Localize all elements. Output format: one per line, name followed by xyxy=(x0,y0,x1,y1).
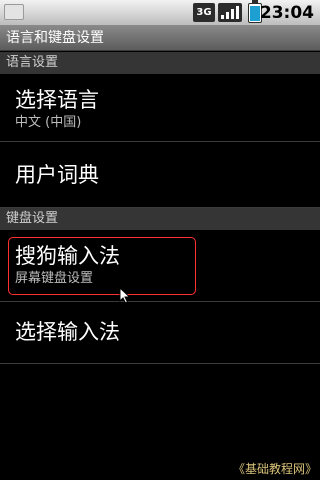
select-input-method-item[interactable]: 选择输入法 xyxy=(0,302,320,364)
user-dictionary-title: 用户词典 xyxy=(15,163,99,187)
select-language-item[interactable]: 选择语言 中文 (中国) xyxy=(0,74,320,142)
select-language-summary: 中文 (中国) xyxy=(15,115,82,130)
signal-strength-icon xyxy=(218,3,242,22)
user-dictionary-item[interactable]: 用户词典 xyxy=(0,142,320,208)
select-input-method-title: 选择输入法 xyxy=(15,320,120,344)
status-time: 23:04 xyxy=(259,3,314,23)
sogou-input-item[interactable]: 搜狗输入法 屏幕键盘设置 xyxy=(0,230,320,302)
section-header-keyboard: 键盘设置 xyxy=(0,208,320,230)
3g-network-icon: 3G xyxy=(193,3,215,22)
notification-app-icon xyxy=(4,4,24,20)
mouse-pointer-icon xyxy=(119,287,131,304)
sogou-input-title: 搜狗输入法 xyxy=(15,244,120,268)
page-title: 语言和键盘设置 xyxy=(0,25,320,51)
section-header-language: 语言设置 xyxy=(0,52,320,74)
watermark-text: 《基础教程网》 xyxy=(232,462,317,476)
status-bar: 3G 23:04 xyxy=(0,0,320,25)
select-language-title: 选择语言 xyxy=(15,88,99,112)
sogou-input-summary: 屏幕键盘设置 xyxy=(15,271,94,286)
